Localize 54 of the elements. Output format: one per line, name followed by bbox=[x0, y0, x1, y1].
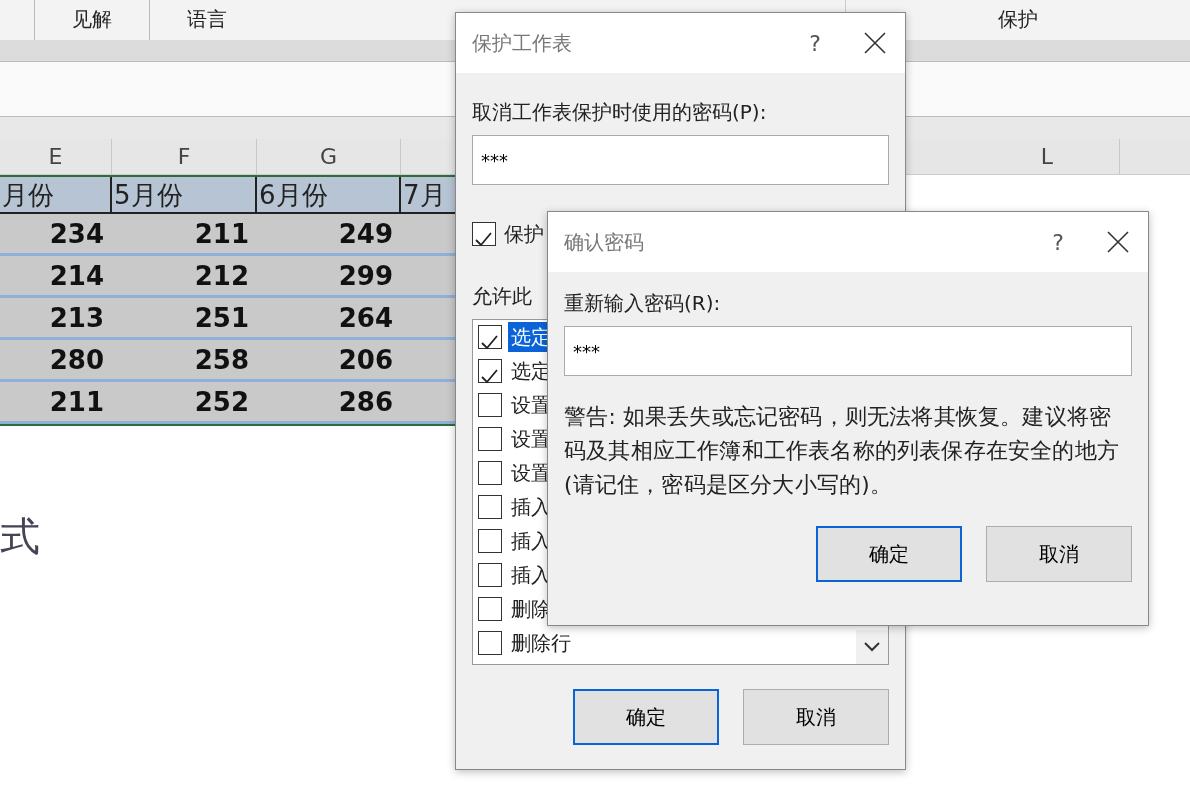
column-header[interactable]: F bbox=[112, 139, 257, 174]
checkbox[interactable] bbox=[472, 222, 496, 246]
table-cell-text: 213 bbox=[48, 302, 105, 335]
table-cell-text: 214 bbox=[48, 260, 105, 293]
close-icon[interactable] bbox=[1107, 231, 1129, 253]
checkbox[interactable] bbox=[478, 631, 502, 655]
dialog-title: 保护工作表 bbox=[472, 30, 572, 57]
table-cell-text: 206 bbox=[337, 344, 394, 377]
table-cell-text: 280 bbox=[48, 344, 105, 377]
table-cell-text: 299 bbox=[337, 260, 394, 293]
table-cell-text: 252 bbox=[193, 386, 250, 419]
cancel-button[interactable]: 取消 bbox=[986, 526, 1132, 582]
table-cell-text: 286 bbox=[337, 386, 394, 419]
checkbox[interactable] bbox=[478, 325, 502, 349]
checkbox[interactable] bbox=[478, 597, 502, 621]
help-button[interactable]: ? bbox=[1028, 225, 1088, 259]
table-cell-text: 249 bbox=[337, 218, 394, 251]
warning-text: 警告: 如果丢失或忘记密码，则无法将其恢复。建议将密码及其相应工作簿和工作表名称的列表保存在安全的地方(请记住，密码是区分大小写的)。 bbox=[564, 403, 1120, 499]
checkbox[interactable] bbox=[478, 563, 502, 587]
column-header[interactable]: G bbox=[257, 139, 401, 174]
checkbox[interactable] bbox=[478, 393, 502, 417]
checkbox[interactable] bbox=[478, 359, 502, 383]
checkbox[interactable] bbox=[478, 461, 502, 485]
table-cell-text: 264 bbox=[337, 302, 394, 335]
chevron-down-icon[interactable] bbox=[864, 642, 880, 652]
password-field[interactable]: *** bbox=[564, 326, 1132, 376]
section-label: 允许此 bbox=[472, 283, 532, 310]
table-header-cell: 5月份 bbox=[112, 177, 257, 212]
table-cell-text: 212 bbox=[193, 260, 250, 293]
column-header[interactable]: E bbox=[0, 139, 112, 174]
table-cell-text: 251 bbox=[193, 302, 250, 335]
column-header[interactable]: L bbox=[975, 139, 1120, 174]
field-label: 重新输入密码(R): bbox=[564, 290, 721, 317]
table-header-cell: 6月份 bbox=[257, 177, 401, 212]
table-cell-text: 234 bbox=[48, 218, 105, 251]
table-header-cell: 月份 bbox=[0, 177, 112, 212]
table-cell-text: 211 bbox=[48, 386, 105, 419]
ok-button[interactable]: 确定 bbox=[816, 526, 962, 582]
close-icon[interactable] bbox=[864, 32, 886, 54]
password-field[interactable]: *** bbox=[472, 135, 889, 185]
checkbox[interactable] bbox=[478, 529, 502, 553]
field-label: 取消工作表保护时使用的密码(P): bbox=[472, 99, 767, 126]
checkbox[interactable] bbox=[478, 495, 502, 519]
help-button[interactable]: ? bbox=[785, 26, 845, 60]
sheet-text: 式 bbox=[0, 512, 40, 561]
cancel-button[interactable]: 取消 bbox=[743, 689, 889, 745]
table-cell-text: 258 bbox=[193, 344, 250, 377]
table-header-cell-text: 7月 bbox=[402, 179, 447, 212]
ok-button[interactable]: 确定 bbox=[573, 689, 719, 745]
checkbox[interactable] bbox=[478, 427, 502, 451]
dialog-title: 确认密码 bbox=[564, 229, 644, 256]
table-cell-text: 211 bbox=[193, 218, 250, 251]
permission-item[interactable]: 删除行 bbox=[508, 628, 574, 658]
checkbox-label: 保护 bbox=[504, 221, 544, 248]
